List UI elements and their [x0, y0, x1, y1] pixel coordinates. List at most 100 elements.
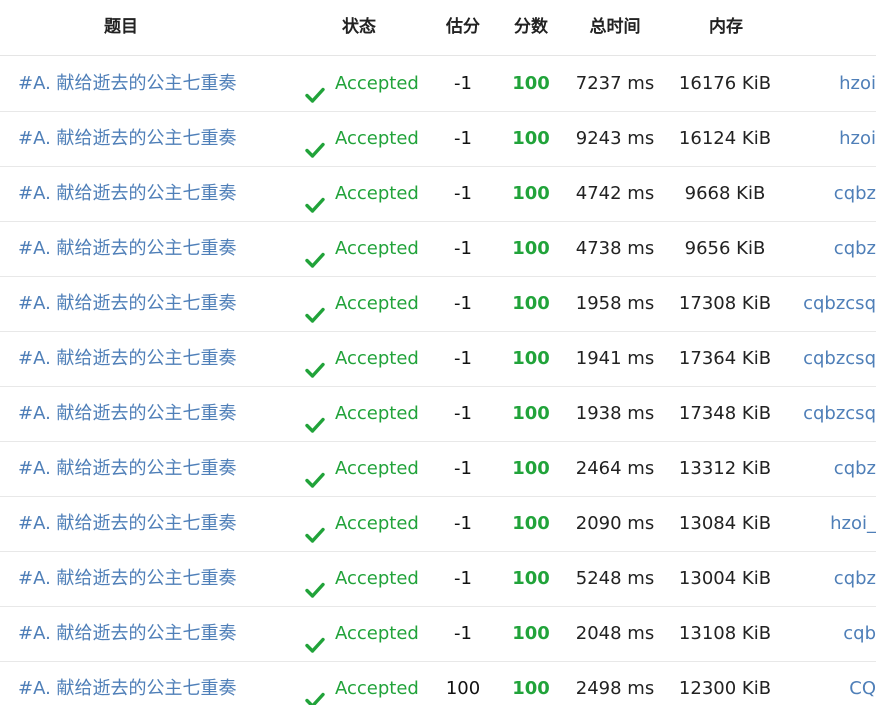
score-value: 100 [512, 678, 550, 699]
header-score: 分数 [514, 17, 548, 37]
status-label: Accepted [335, 73, 419, 94]
score-value: 100 [512, 403, 550, 424]
score-value: 100 [512, 458, 550, 479]
table-row: #A. 献给逝去的公主七重奏 Accepted 100 100 2498 ms 12300… [0, 661, 876, 705]
time-value: 2090 ms [575, 513, 655, 534]
time-value: 4742 ms [575, 183, 655, 204]
header-time: 总时间 [589, 17, 641, 37]
problem-link[interactable]: #A. 献给逝去的公主七重奏 [18, 386, 237, 441]
user-link[interactable]: cqbzcsq [803, 331, 876, 386]
user-link[interactable]: hzoi [839, 111, 876, 166]
header-memory: 内存 [709, 17, 743, 37]
status-accepted[interactable]: Accepted [304, 441, 419, 496]
status-label: Accepted [335, 348, 419, 369]
score-value: 100 [512, 348, 550, 369]
time-value: 4738 ms [575, 238, 655, 259]
time-value: 1938 ms [575, 403, 655, 424]
check-icon [304, 403, 326, 433]
problem-link[interactable]: #A. 献给逝去的公主七重奏 [18, 661, 237, 705]
user-link[interactable]: cqbz [834, 221, 876, 276]
check-icon [304, 73, 326, 103]
problem-link[interactable]: #A. 献给逝去的公主七重奏 [18, 56, 237, 111]
score-value: 100 [512, 568, 550, 589]
table-row: #A. 献给逝去的公主七重奏 Accepted -1 100 1938 ms 17348 … [0, 386, 876, 442]
problem-link[interactable]: #A. 献给逝去的公主七重奏 [18, 606, 237, 661]
score-value: 100 [512, 238, 550, 259]
status-accepted[interactable]: Accepted [304, 496, 419, 551]
problem-link[interactable]: #A. 献给逝去的公主七重奏 [18, 221, 237, 276]
estimate-value: 100 [445, 678, 481, 699]
estimate-value: -1 [454, 183, 472, 204]
time-value: 2464 ms [575, 458, 655, 479]
estimate-value: -1 [454, 403, 472, 424]
status-accepted[interactable]: Accepted [304, 331, 419, 386]
memory-value: 13084 KiB [678, 513, 772, 534]
status-accepted[interactable]: Accepted [304, 276, 419, 331]
check-icon [304, 513, 326, 543]
time-value: 2498 ms [575, 678, 655, 699]
table-header: 题目 状态 估分 分数 总时间 内存 [0, 0, 876, 56]
status-accepted[interactable]: Accepted [304, 111, 419, 166]
status-accepted[interactable]: Accepted [304, 551, 419, 606]
score-value: 100 [512, 73, 550, 94]
status-accepted[interactable]: Accepted [304, 661, 419, 705]
status-accepted[interactable]: Accepted [304, 606, 419, 661]
table-row: #A. 献给逝去的公主七重奏 Accepted -1 100 5248 ms 13004 … [0, 551, 876, 607]
check-icon [304, 568, 326, 598]
status-accepted[interactable]: Accepted [304, 56, 419, 111]
score-value: 100 [512, 513, 550, 534]
time-value: 5248 ms [575, 568, 655, 589]
user-link[interactable]: cqbzcsq [803, 386, 876, 441]
status-accepted[interactable]: Accepted [304, 386, 419, 441]
score-value: 100 [512, 293, 550, 314]
status-label: Accepted [335, 183, 419, 204]
submissions-table: 题目 状态 估分 分数 总时间 内存 #A. 献给逝去的公主七重奏 Accepte… [0, 0, 876, 705]
header-problem: 题目 [104, 17, 138, 37]
time-value: 9243 ms [575, 128, 655, 149]
memory-value: 17364 KiB [678, 348, 772, 369]
check-icon [304, 128, 326, 158]
problem-link[interactable]: #A. 献给逝去的公主七重奏 [18, 276, 237, 331]
estimate-value: -1 [454, 458, 472, 479]
table-row: #A. 献给逝去的公主七重奏 Accepted -1 100 2464 ms 13312 … [0, 441, 876, 497]
check-icon [304, 623, 326, 653]
status-accepted[interactable]: Accepted [304, 221, 419, 276]
table-row: #A. 献给逝去的公主七重奏 Accepted -1 100 2048 ms 13108 … [0, 606, 876, 662]
check-icon [304, 183, 326, 213]
header-estimate: 估分 [446, 17, 480, 37]
memory-value: 17348 KiB [678, 403, 772, 424]
user-link[interactable]: hzoi_ [830, 496, 876, 551]
status-accepted[interactable]: Accepted [304, 166, 419, 221]
check-icon [304, 238, 326, 268]
estimate-value: -1 [454, 128, 472, 149]
problem-link[interactable]: #A. 献给逝去的公主七重奏 [18, 331, 237, 386]
user-link[interactable]: CQ [849, 661, 876, 705]
user-link[interactable]: cqbz [834, 166, 876, 221]
user-link[interactable]: cqbzcsq [803, 276, 876, 331]
time-value: 2048 ms [575, 623, 655, 644]
estimate-value: -1 [454, 293, 472, 314]
table-row: #A. 献给逝去的公主七重奏 Accepted -1 100 4738 ms 9656 K… [0, 221, 876, 277]
problem-link[interactable]: #A. 献给逝去的公主七重奏 [18, 441, 237, 496]
problem-link[interactable]: #A. 献给逝去的公主七重奏 [18, 551, 237, 606]
user-link[interactable]: cqbz [834, 441, 876, 496]
header-status: 状态 [342, 17, 376, 37]
user-link[interactable]: cqb [843, 606, 876, 661]
check-icon [304, 293, 326, 323]
table-row: #A. 献给逝去的公主七重奏 Accepted -1 100 1941 ms 17364 … [0, 331, 876, 387]
user-link[interactable]: cqbz [834, 551, 876, 606]
memory-value: 13108 KiB [678, 623, 772, 644]
user-link[interactable]: hzoi [839, 56, 876, 111]
problem-link[interactable]: #A. 献给逝去的公主七重奏 [18, 111, 237, 166]
score-value: 100 [512, 128, 550, 149]
problem-link[interactable]: #A. 献给逝去的公主七重奏 [18, 496, 237, 551]
time-value: 1941 ms [575, 348, 655, 369]
memory-value: 16176 KiB [678, 73, 772, 94]
status-label: Accepted [335, 128, 419, 149]
problem-link[interactable]: #A. 献给逝去的公主七重奏 [18, 166, 237, 221]
table-row: #A. 献给逝去的公主七重奏 Accepted -1 100 7237 ms 16176 … [0, 56, 876, 112]
estimate-value: -1 [454, 238, 472, 259]
status-label: Accepted [335, 458, 419, 479]
check-icon [304, 348, 326, 378]
estimate-value: -1 [454, 513, 472, 534]
